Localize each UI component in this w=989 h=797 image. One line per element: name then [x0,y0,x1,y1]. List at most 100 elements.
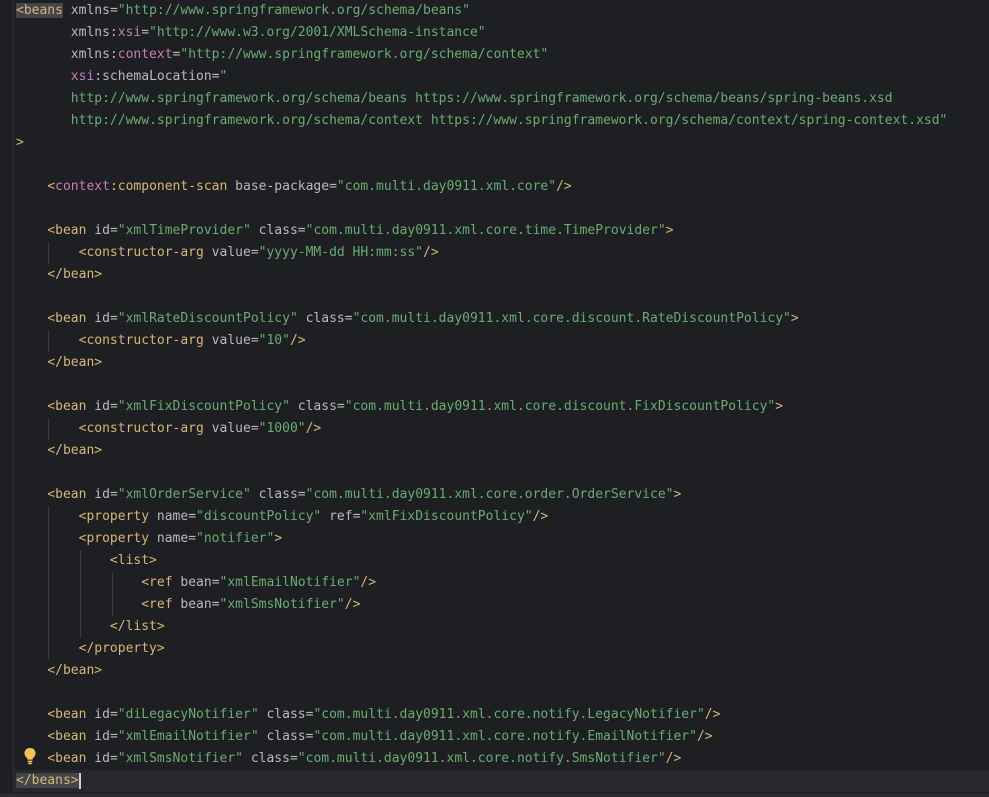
code-token: /> [289,333,306,348]
code-token: = [109,729,118,744]
code-token: = [297,223,306,238]
code-line[interactable]: </bean> [16,352,989,374]
code-token: = [109,487,118,502]
code-line[interactable] [16,154,989,176]
code-token: "xmlEmailNotifier" [117,729,259,744]
code-line[interactable] [16,374,989,396]
code-token: "http://www.springframework.org/schema/b… [117,3,470,18]
code-line[interactable]: <bean id="diLegacyNotifier" class="com.m… [16,704,989,726]
code-token: <bean [16,311,87,326]
code-token: > [16,135,24,150]
code-line[interactable]: <bean id="xmlSmsNotifier" class="com.mul… [16,748,989,770]
code-line[interactable]: </bean> [16,660,989,682]
code-token: "xmlRateDiscountPolicy" [117,311,298,326]
code-token: "1000" [258,421,306,436]
code-token: class [258,707,306,722]
code-token: = [336,399,345,414]
code-token: id [86,729,110,744]
code-area[interactable]: <beans xmlns="http://www.springframework… [14,0,989,792]
code-line[interactable]: <bean id="xmlTimeProvider" class="com.mu… [16,220,989,242]
code-token: <bean [16,751,87,766]
code-token: context [117,47,173,62]
code-token: " [219,69,228,84]
code-token: <bean [16,729,87,744]
code-token: <constructor-arg [16,245,204,260]
code-line[interactable]: <constructor-arg value="yyyy-MM-dd HH:mm… [16,242,989,264]
code-token: "10" [258,333,290,348]
code-line[interactable]: http://www.springframework.org/schema/co… [16,110,989,132]
code-line[interactable]: xsi:schemaLocation=" [16,66,989,88]
code-line[interactable]: http://www.springframework.org/schema/be… [16,88,989,110]
code-line[interactable]: </bean> [16,440,989,462]
code-token: = [297,487,306,502]
code-token: = [109,3,118,18]
code-token: "com.multi.day0911.xml.core.discount.Fix… [344,399,776,414]
code-token: "xmlOrderService" [117,487,251,502]
code-line[interactable]: <property name="notifier"> [16,528,989,550]
code-token: <ref [16,597,173,612]
code-token: <list> [16,553,157,568]
code-token: > [665,223,674,238]
code-token: "xmlSmsNotifier" [117,751,243,766]
code-token: "com.multi.day0911.xml.core.notify.Legac… [313,707,705,722]
text-caret [78,772,81,789]
code-token: = [109,751,118,766]
code-line[interactable]: <constructor-arg value="1000"/> [16,418,989,440]
code-token: > [775,399,784,414]
editor-gutter[interactable] [0,0,14,797]
code-token: id [86,311,110,326]
code-line[interactable]: </list> [16,616,989,638]
code-token: </bean> [16,443,103,458]
code-line[interactable]: xmlns:context="http://www.springframewor… [16,44,989,66]
code-line[interactable]: <context:component-scan base-package="co… [16,176,989,198]
code-line[interactable] [16,462,989,484]
code-token: "xmlSmsNotifier" [219,597,345,612]
code-token: xsi [117,25,142,40]
code-line[interactable]: </beans> [14,770,989,792]
code-token: id [86,399,110,414]
code-token: http://www.springframework.org/schema/be… [16,91,893,106]
code-token: <property [16,509,150,524]
code-line[interactable]: </property> [16,638,989,660]
code-line[interactable]: </bean> [16,264,989,286]
code-token: name [149,509,189,524]
code-line[interactable]: <bean id="xmlOrderService" class="com.mu… [16,484,989,506]
code-line[interactable]: <beans xmlns="http://www.springframework… [16,0,989,22]
code-line[interactable]: xmlns:xsi="http://www.w3.org/2001/XMLSch… [16,22,989,44]
code-token: "http://www.springframework.org/schema/c… [180,47,549,62]
code-line[interactable]: <bean id="xmlRateDiscountPolicy" class="… [16,308,989,330]
code-token: id [86,707,110,722]
code-token: "notifier" [196,531,275,546]
code-token: "discountPolicy" [196,509,322,524]
code-token: <beans [16,3,63,18]
code-token: context [55,179,110,194]
code-line[interactable]: <bean id="xmlFixDiscountPolicy" class="c… [16,396,989,418]
code-editor[interactable]: <beans xmlns="http://www.springframework… [0,0,989,797]
code-token: http://www.springframework.org/schema/co… [16,113,948,128]
code-line[interactable]: <constructor-arg value="10"/> [16,330,989,352]
code-line[interactable]: <ref bean="xmlEmailNotifier"/> [16,572,989,594]
code-token: </property> [16,641,165,656]
code-line[interactable]: > [16,132,989,154]
code-token: <ref [16,575,173,590]
code-token: xsi [70,69,95,84]
code-token: /> [360,575,377,590]
code-line[interactable]: <list> [16,550,989,572]
code-line[interactable]: <property name="discountPolicy" ref="xml… [16,506,989,528]
code-token: "com.multi.day0911.xml.core.time.TimePro… [305,223,666,238]
code-token: "xmlTimeProvider" [117,223,251,238]
code-token: = [289,751,298,766]
code-token: = [250,421,259,436]
code-token: = [211,575,220,590]
code-token: /> [556,179,572,194]
code-token: <bean [16,399,87,414]
code-line[interactable] [16,682,989,704]
code-token: id [86,487,110,502]
code-token: = [329,179,337,194]
code-token: = [211,597,220,612]
code-line[interactable] [16,198,989,220]
code-line[interactable]: <bean id="xmlEmailNotifier" class="com.m… [16,726,989,748]
code-line[interactable]: <ref bean="xmlSmsNotifier"/> [16,594,989,616]
code-line[interactable] [16,286,989,308]
